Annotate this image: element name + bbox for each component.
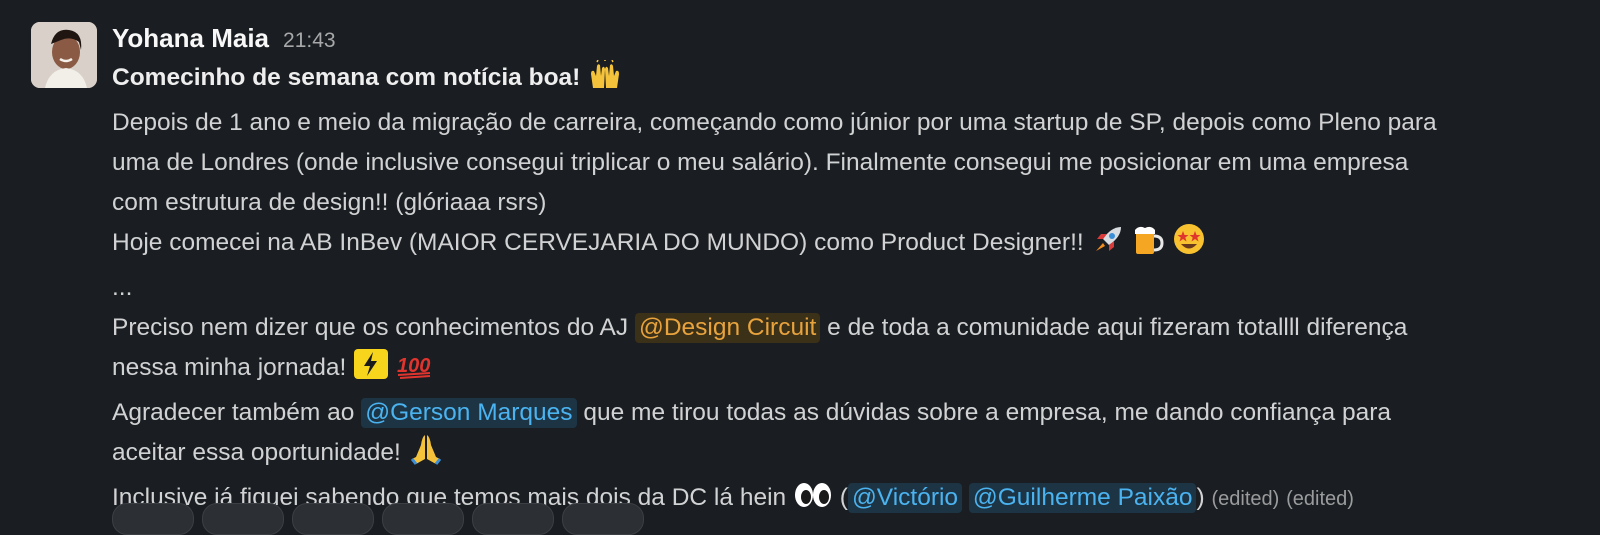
avatar[interactable] — [31, 22, 97, 88]
mention-gerson-marques[interactable]: @Gerson Marques — [361, 398, 577, 428]
reaction-pill[interactable] — [202, 503, 284, 535]
eyes-icon — [793, 480, 833, 523]
paragraph-4-text-after: que me tirou todas as dúvidas sobre a em… — [583, 399, 1392, 426]
reaction-pill[interactable] — [292, 503, 374, 535]
paragraph-4-line-1: Agradecer também ao @Gerson Marques que … — [112, 393, 1582, 433]
paragraph-4-text-before: Agradecer também ao — [112, 399, 355, 426]
paragraph-4-line-2-text: aceitar essa oportunidade! — [112, 439, 401, 466]
rocket-icon — [1091, 225, 1125, 268]
folded-hands-icon — [408, 433, 444, 478]
paragraph-3-line-1: Preciso nem dizer que os conhecimentos d… — [112, 308, 1582, 348]
reaction-pill[interactable] — [112, 503, 194, 535]
headline-text: Comecinho de semana com notícia boa! — [112, 64, 581, 91]
author-name[interactable]: Yohana Maia — [112, 18, 269, 58]
paragraph-3-text-before: Preciso nem dizer que os conhecimentos d… — [112, 314, 629, 341]
message-headline: Comecinho de semana com notícia boa! — [112, 58, 1582, 103]
paragraph-3-text-after: e de toda a comunidade aqui fizeram tota… — [827, 314, 1408, 341]
beer-mug-icon — [1131, 225, 1165, 268]
paragraph-2-text: Hoje comecei na AB InBev (MAIOR CERVEJAR… — [112, 229, 1084, 256]
edited-label: (edited) — [1286, 488, 1354, 510]
reaction-pill[interactable] — [472, 503, 554, 535]
message-body: Yohana Maia 21:43 Comecinho de semana co… — [112, 18, 1582, 523]
paragraph-2: Hoje comecei na AB InBev (MAIOR CERVEJAR… — [112, 223, 1582, 268]
hundred-points-icon: 100 — [396, 350, 434, 393]
mention-victorio[interactable]: @Victório — [847, 483, 963, 513]
paragraph-1-line-3: com estrutura de design!! (glóriaaa rsrs… — [112, 189, 547, 216]
raised-hands-icon — [587, 59, 623, 103]
paragraph-3-line-2: nessa minha jornada! 100 — [112, 348, 1582, 393]
message-header: Yohana Maia 21:43 — [112, 18, 1582, 58]
star-struck-icon — [1172, 223, 1206, 268]
paragraph-3-line-2-text: nessa minha jornada! — [112, 354, 347, 381]
reaction-pill[interactable] — [562, 503, 644, 535]
paragraph-4-line-2: aceitar essa oportunidade! — [112, 433, 1582, 478]
message-timestamp[interactable]: 21:43 — [283, 29, 336, 53]
paragraph-1-line-1: Depois de 1 ano e meio da migração de ca… — [112, 109, 1437, 136]
mention-guilherme-paixao[interactable]: @Guilherme Paixão — [968, 483, 1197, 513]
open-paren: ( — [839, 484, 848, 511]
close-paren: ) — [1196, 484, 1205, 511]
message: Yohana Maia 21:43 Comecinho de semana co… — [0, 0, 1600, 535]
paragraph-1-line-2: uma de Londres (onde inclusive consegui … — [112, 149, 1409, 176]
reactions-bar — [112, 503, 644, 535]
edited-label: (edited) — [1211, 488, 1280, 510]
lightning-icon — [353, 348, 389, 393]
ellipsis-line: ... — [112, 274, 133, 301]
mention-design-circuit[interactable]: @Design Circuit — [634, 313, 821, 343]
user-avatar-icon — [31, 22, 97, 88]
reaction-pill[interactable] — [382, 503, 464, 535]
